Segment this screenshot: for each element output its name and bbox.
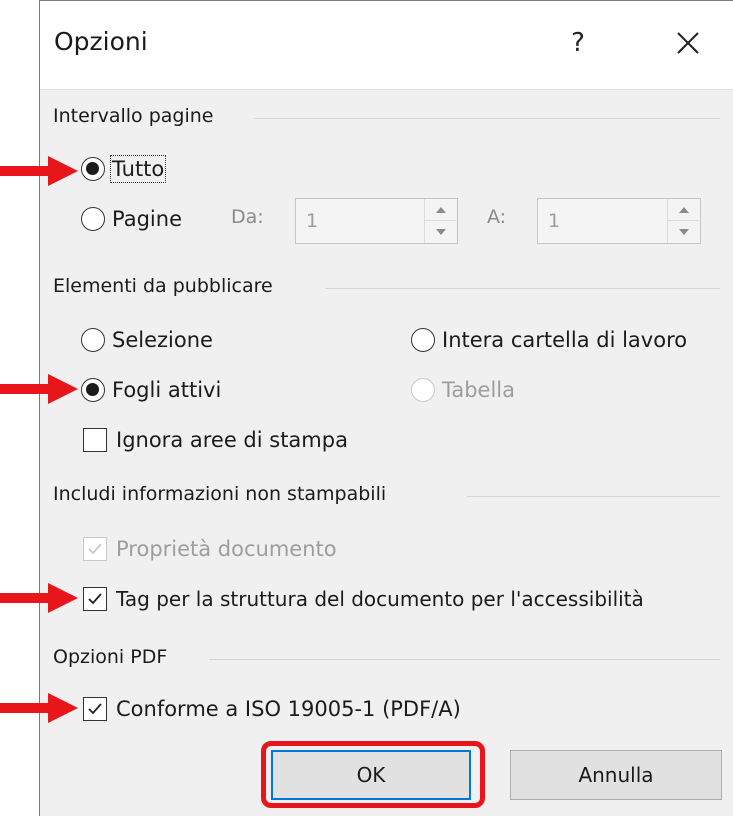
checkbox-doc-properties-label: Proprietà documento: [116, 537, 337, 561]
red-arrow-icon: [0, 374, 78, 404]
checkbox-iso-pdfa-label: Conforme a ISO 19005-1 (PDF/A): [116, 697, 461, 721]
checkbox-iso-pdfa-box: [83, 697, 107, 721]
radio-active-sheets-indicator: [81, 378, 105, 402]
checkbox-doc-properties-box: [83, 537, 107, 561]
radio-workbook-label: Intera cartella di lavoro: [442, 328, 688, 352]
checkbox-accessibility-tags-label: Tag per la struttura del documento per l…: [116, 587, 644, 611]
nonprint-group-label: Includi informazioni non stampabili: [53, 483, 387, 505]
radio-selection-indicator: [81, 328, 105, 352]
publish-divider: [325, 288, 720, 289]
radio-table[interactable]: Tabella: [411, 378, 515, 402]
spinner-up-icon: [678, 206, 689, 213]
checkbox-ignore-print-areas[interactable]: Ignora aree di stampa: [83, 428, 348, 452]
radio-pages[interactable]: Pagine: [81, 207, 182, 231]
from-spinner-up[interactable]: [425, 199, 456, 221]
to-label: A:: [487, 206, 507, 228]
radio-all-label: Tutto: [109, 155, 167, 183]
spinner-down-icon: [435, 228, 446, 235]
checkmark-icon: [88, 703, 102, 715]
from-label: Da:: [231, 206, 264, 228]
checkbox-ignore-print-areas-box: [83, 428, 107, 452]
pdf-group-label: Opzioni PDF: [53, 646, 168, 668]
checkbox-iso-pdfa[interactable]: Conforme a ISO 19005-1 (PDF/A): [83, 697, 461, 721]
from-spinner-arrows: [424, 199, 457, 243]
close-button[interactable]: [668, 23, 708, 63]
to-spinner-value: 1: [548, 210, 561, 232]
to-spinner-up[interactable]: [668, 199, 699, 221]
radio-selection[interactable]: Selezione: [81, 328, 213, 352]
options-dialog: Opzioni ? Intervallo pagine Tutto Pagine…: [39, 0, 733, 816]
close-icon: [677, 32, 699, 54]
nonprint-divider: [467, 496, 720, 497]
cancel-button[interactable]: Annulla: [510, 750, 722, 800]
spinner-down-icon: [678, 228, 689, 235]
radio-pages-label: Pagine: [112, 207, 182, 231]
from-spinner-value: 1: [306, 210, 319, 232]
dialog-title: Opzioni: [54, 27, 148, 56]
to-spinner-arrows: [667, 199, 700, 243]
ok-button-highlight: [261, 741, 485, 808]
checkbox-ignore-print-areas-label: Ignora aree di stampa: [116, 428, 348, 452]
radio-active-sheets-label: Fogli attivi: [112, 378, 222, 402]
red-arrow-icon: [0, 583, 78, 613]
radio-entire-workbook[interactable]: Intera cartella di lavoro: [411, 328, 687, 352]
page-range-divider: [254, 118, 720, 119]
publish-group-label: Elementi da pubblicare: [53, 275, 273, 297]
radio-selection-label: Selezione: [112, 328, 213, 352]
title-bar: Opzioni ?: [40, 1, 733, 90]
radio-active-sheets[interactable]: Fogli attivi: [81, 378, 221, 402]
checkmark-icon: [88, 593, 102, 605]
spinner-up-icon: [435, 206, 446, 213]
to-spinner-down[interactable]: [668, 221, 699, 242]
red-arrow-icon: [0, 693, 78, 723]
red-arrow-icon: [0, 156, 78, 186]
to-spinner[interactable]: 1: [537, 198, 701, 244]
from-spinner-down[interactable]: [425, 221, 456, 242]
checkbox-accessibility-tags[interactable]: Tag per la struttura del documento per l…: [83, 587, 644, 611]
radio-all-pages[interactable]: Tutto: [81, 155, 167, 183]
checkbox-accessibility-tags-box: [83, 587, 107, 611]
pdf-divider: [209, 659, 720, 660]
help-button[interactable]: ?: [560, 23, 596, 63]
from-spinner[interactable]: 1: [295, 198, 458, 244]
radio-all-indicator: [81, 157, 105, 181]
page-range-group-label: Intervallo pagine: [53, 105, 214, 127]
radio-pages-indicator: [81, 207, 105, 231]
radio-workbook-indicator: [411, 328, 435, 352]
radio-table-label: Tabella: [442, 378, 516, 402]
checkbox-doc-properties[interactable]: Proprietà documento: [83, 537, 337, 561]
checkmark-icon: [88, 543, 102, 555]
radio-table-indicator: [411, 378, 435, 402]
